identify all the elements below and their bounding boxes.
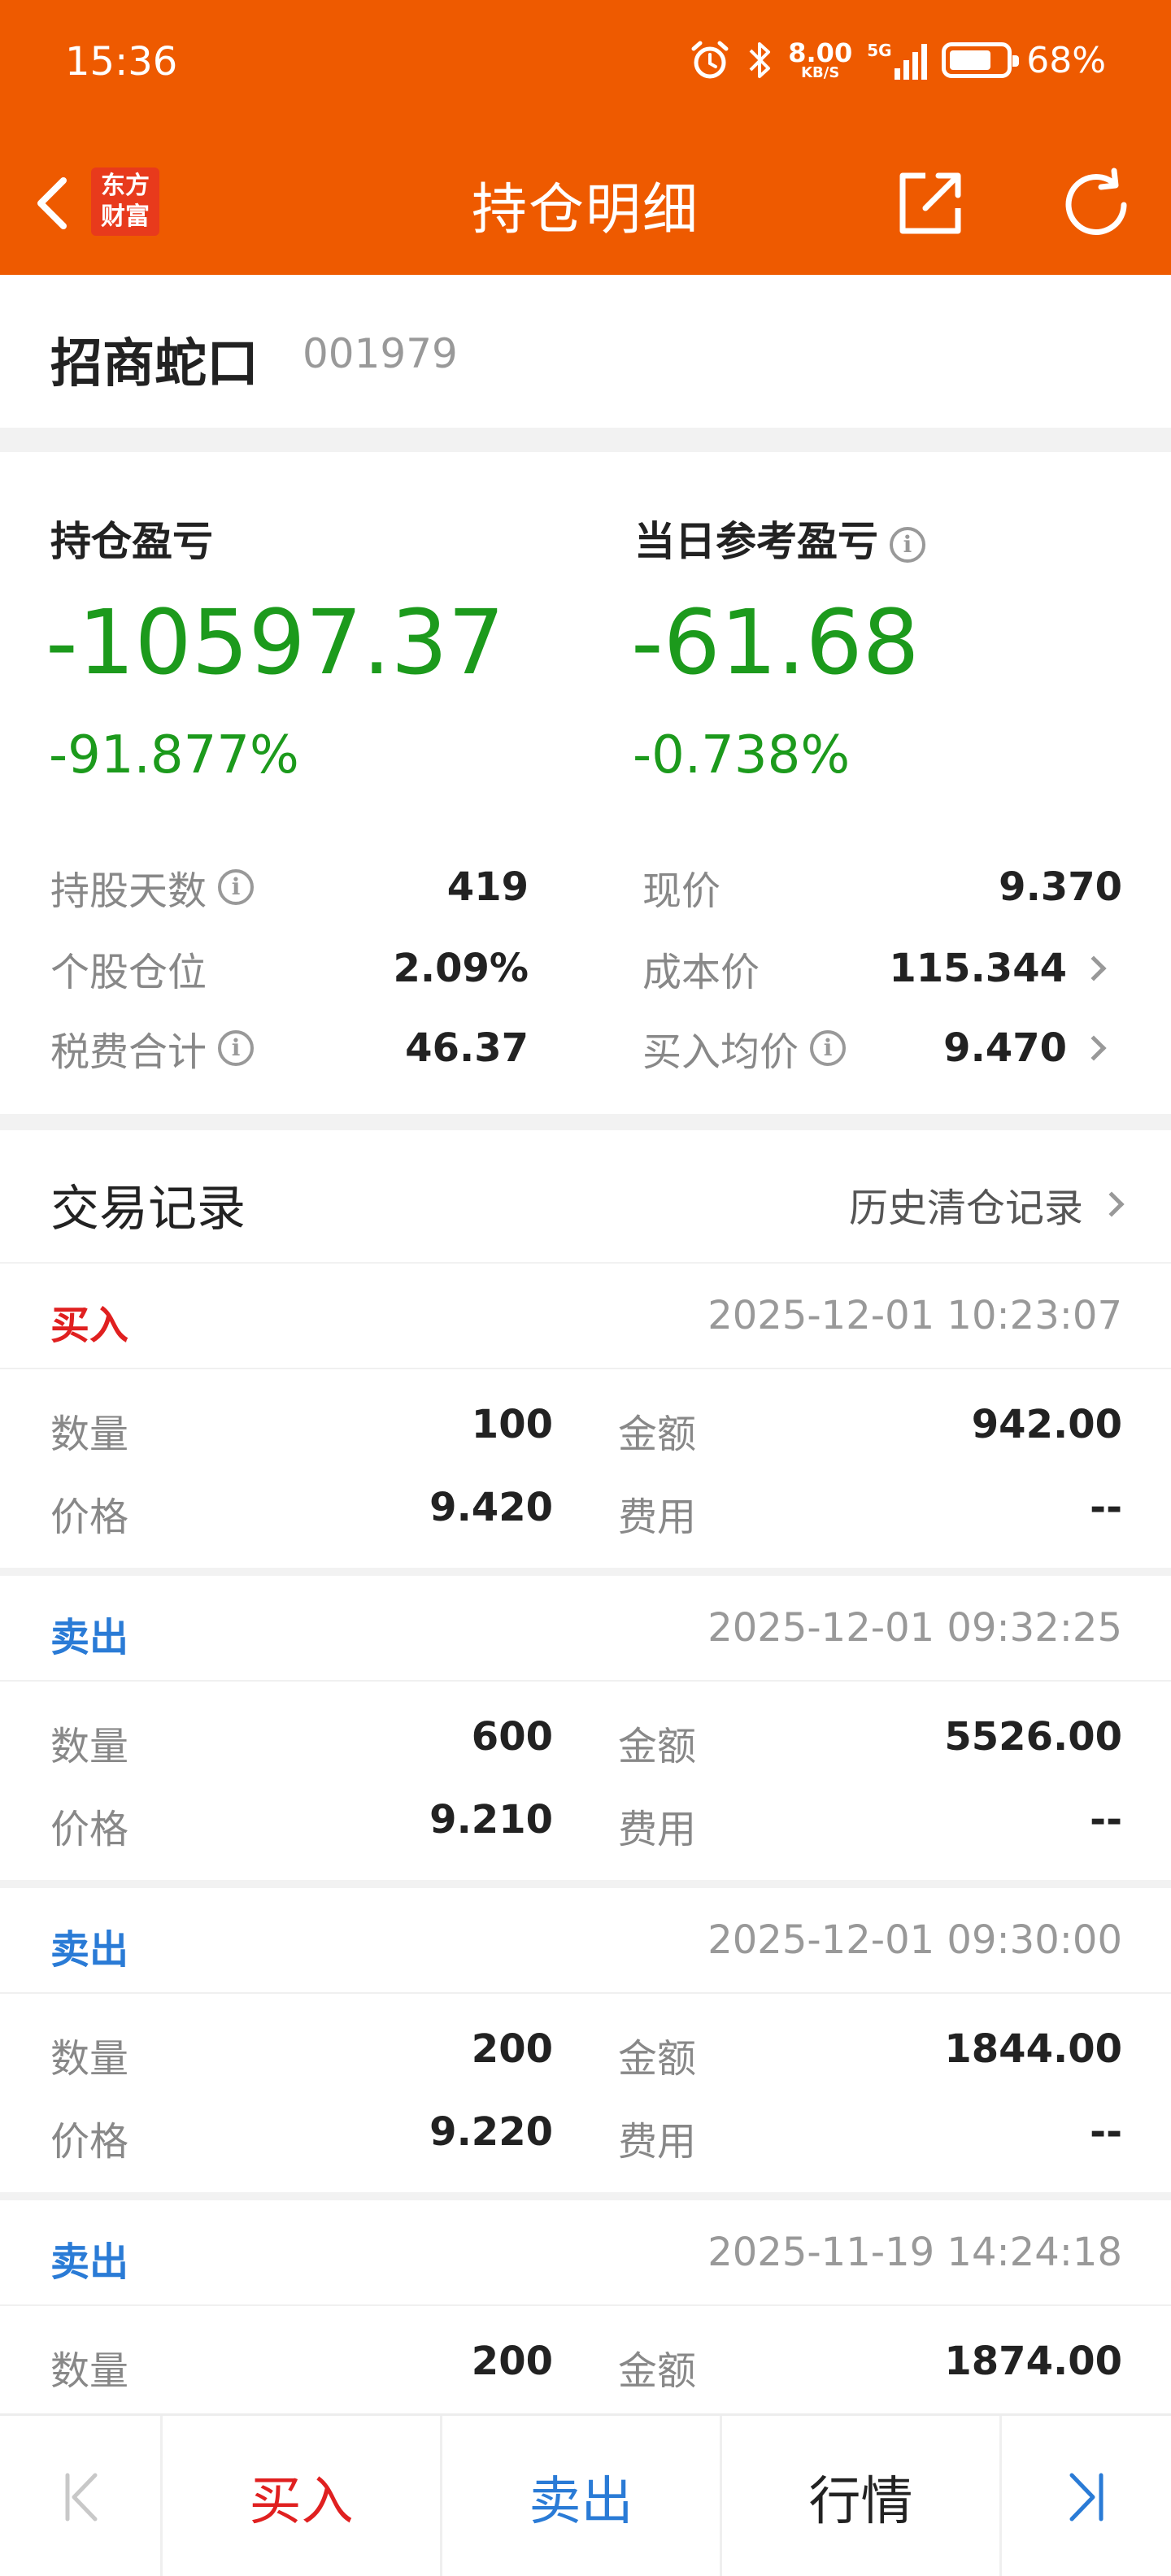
info-icon[interactable]: i [218,869,255,905]
signal-icon: 5G [867,41,928,80]
detail-cost-price[interactable]: 成本价 115.344 [642,940,1067,997]
record-time: 2025-12-01 09:30:00 [707,1917,1122,1963]
fee-label: 费用 [618,1495,697,1540]
record-time: 2025-12-01 09:32:25 [707,1605,1122,1651]
page-title: 持仓明细 [471,178,699,242]
detail-avg-buy-price[interactable]: 买入均价 i 9.470 [642,1020,1067,1077]
day-pl-pct: -0.738% [633,725,851,785]
amount-label: 金额 [618,2348,697,2394]
qty-label: 数量 [50,1412,129,1457]
record-time: 2025-12-01 10:23:07 [707,1293,1122,1338]
qty-label: 数量 [50,2348,129,2394]
sell-button[interactable]: 卖出 [442,2416,722,2576]
fee-label: 费用 [618,2119,697,2165]
price-value: 9.420 [429,1485,553,1530]
trade-record[interactable]: 卖出 2025-11-19 14:24:18 数量 200 金额 1874.00 [0,2200,1171,2413]
stock-name: 招商蛇口 [50,334,259,394]
amount-label: 金额 [618,2036,697,2082]
detail-hold-days: 持股天数 i 419 [50,864,529,914]
stock-code: 001979 [303,330,458,377]
trade-record[interactable]: 买入 2025-12-01 10:23:07 数量 100 金额 942.00 … [0,1264,1171,1568]
status-icons: 8.00 KB/S 5G 68% [689,37,1106,83]
hold-pl-value: -10597.37 [46,590,505,694]
detail-tax-fee: 税费合计 i 46.37 [50,1025,529,1075]
amount-value: 1844.00 [944,2026,1122,2072]
price-label: 价格 [50,2119,129,2165]
amount-value: 5526.00 [944,1714,1122,1760]
battery-level: 68% [1026,39,1106,81]
amount-label: 金额 [618,1412,697,1457]
qty-label: 数量 [50,1724,129,1769]
day-pl-value: -61.68 [631,590,920,694]
amount-value: 1874.00 [944,2339,1122,2384]
last-page-icon [1069,2473,1104,2522]
records-title: 交易记录 [50,1181,246,1238]
prev-stock-button[interactable] [0,2416,163,2576]
record-type: 卖出 [50,1615,129,1660]
app-header: 15:36 8.00 KB/S 5G 68% 东方 财富 持仓明细 [0,0,1171,275]
market-button[interactable]: 行情 [722,2416,1002,2576]
price-label: 价格 [50,1807,129,1852]
chevron-right-icon [1099,1191,1125,1217]
nav-bar: 东方 财富 持仓明细 [0,130,1171,275]
price-value: 9.220 [429,2109,553,2155]
refresh-icon[interactable] [1057,166,1135,244]
record-type: 卖出 [50,1927,129,1973]
qty-value: 200 [471,2026,553,2072]
amount-value: 942.00 [971,1402,1122,1447]
qty-value: 100 [471,1402,553,1447]
qty-value: 200 [471,2339,553,2384]
detail-position-ratio: 个股仓位 2.09% [50,946,529,995]
fee-value: -- [1090,1485,1122,1530]
records-header: 交易记录 历史清仓记录 [0,1130,1171,1262]
fee-value: -- [1090,1797,1122,1843]
info-icon[interactable]: i [890,526,925,563]
record-type: 卖出 [50,2239,129,2285]
share-icon[interactable] [893,166,968,241]
net-speed: 8.00 KB/S [788,37,853,81]
battery-icon [942,42,1020,78]
trade-record[interactable]: 卖出 2025-12-01 09:30:00 数量 200 金额 1844.00… [0,1888,1171,2192]
bluetooth-icon [749,42,771,78]
pl-card: 持仓盈亏 -10597.37 -91.877% 当日参考盈亏 i -61.68 -… [0,452,1171,1114]
stock-card: 招商蛇口 001979 [0,275,1171,428]
detail-current-price: 现价 9.370 [642,864,1122,914]
info-icon[interactable]: i [810,1030,847,1066]
history-clear-link[interactable]: 历史清仓记录 [849,1176,1125,1233]
hold-pl-pct: -91.877% [49,725,299,785]
next-stock-button[interactable] [1002,2416,1171,2576]
record-type: 买入 [50,1303,129,1348]
status-time: 15:36 [65,39,178,85]
record-time: 2025-11-19 14:24:18 [707,2230,1122,2275]
price-label: 价格 [50,1495,129,1540]
qty-value: 600 [471,1714,553,1760]
qty-label: 数量 [50,2036,129,2082]
first-page-icon [65,2473,97,2522]
status-bar: 15:36 8.00 KB/S 5G 68% [0,0,1171,130]
fee-value: -- [1090,2109,1122,2155]
fee-label: 费用 [618,1807,697,1852]
bottom-action-bar: 买入 卖出 行情 [0,2413,1171,2576]
info-icon[interactable]: i [218,1030,255,1066]
amount-label: 金额 [618,1724,697,1769]
trade-record[interactable]: 卖出 2025-12-01 09:32:25 数量 600 金额 5526.00… [0,1576,1171,1880]
buy-button[interactable]: 买入 [163,2416,442,2576]
chevron-right-icon[interactable] [1081,1035,1107,1061]
day-pl-label: 当日参考盈亏 i [634,509,925,568]
alarm-icon [691,41,729,79]
price-value: 9.210 [429,1797,553,1843]
chevron-right-icon[interactable] [1081,955,1107,981]
hold-pl-label: 持仓盈亏 [50,518,213,565]
